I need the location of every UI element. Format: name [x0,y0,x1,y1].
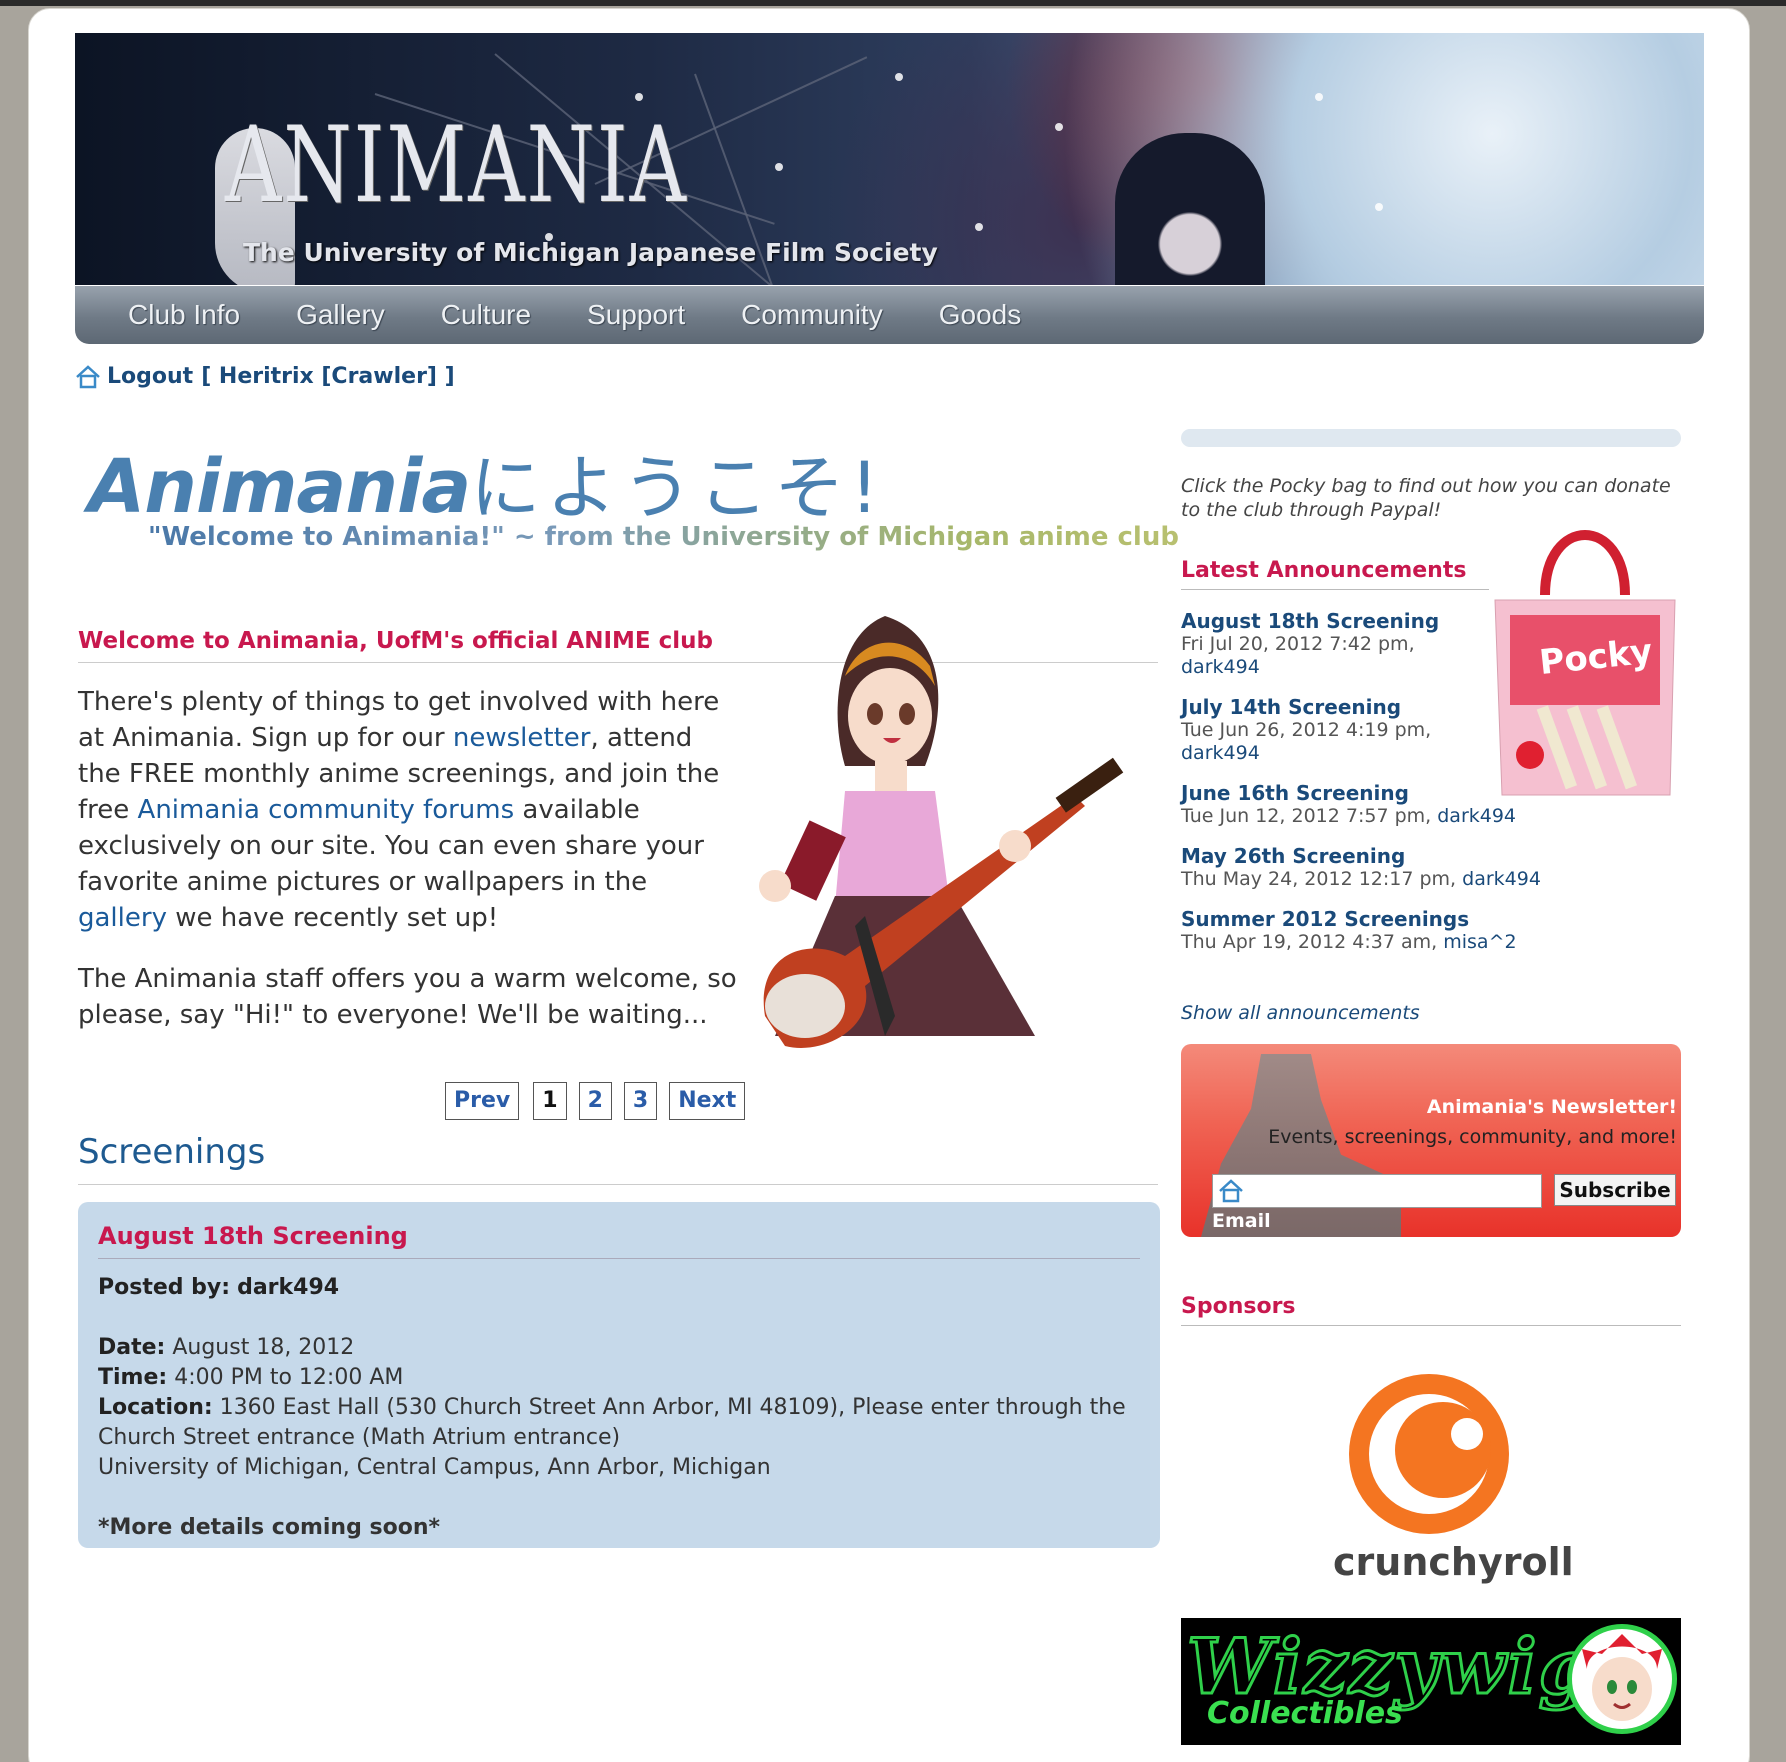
announcement-date: Tue Jun 12, 2012 7:57 pm, [1181,805,1432,827]
date-value: August 18, 2012 [172,1335,355,1360]
post-author: dark494 [237,1275,340,1300]
snow-dot [635,93,643,101]
sponsors-heading: Sponsors [1181,1294,1681,1326]
wizzywig-mascot [1567,1624,1677,1734]
announcement-user[interactable]: dark494 [1181,656,1260,678]
announcement-item: May 26th Screening Thu May 24, 2012 12:1… [1181,844,1541,891]
next-page-button[interactable]: Next [669,1082,746,1120]
snow-dot [1375,203,1383,211]
browser-top-strip [0,0,1786,6]
logout-link[interactable]: Logout [107,364,193,389]
screenings-heading: Screenings [78,1132,1158,1185]
date-label: Date: [98,1335,166,1360]
newsletter-box: Animania's Newsletter! Events, screening… [1181,1044,1681,1237]
intro-paragraph-1: There's plenty of things to get involved… [78,684,738,936]
posted-by-line: Posted by: dark494 [98,1273,1140,1303]
announcement-meta: Fri Jul 20, 2012 7:42 pm, dark494 [1181,633,1541,679]
intro-text: we have recently set up! [166,903,499,933]
announcement-item: July 14th Screening Tue Jun 26, 2012 4:1… [1181,695,1541,765]
announcement-title[interactable]: July 14th Screening [1181,695,1541,719]
snow-dot [895,73,903,81]
time-label: Time: [98,1365,168,1390]
pagination: Prev 1 2 3 Next [445,1082,746,1120]
forums-link[interactable]: Animania community forums [138,795,515,825]
main-nav: Club Info Gallery Culture Support Commun… [75,286,1704,344]
newsletter-tagline: Events, screenings, community, and more! [1268,1126,1677,1148]
wizzywig-sponsor-banner[interactable]: Wizzywig Collectibles [1181,1618,1681,1745]
announcement-date: Fri Jul 20, 2012 7:42 pm, [1181,633,1415,655]
announcement-item: Summer 2012 Screenings Thu Apr 19, 2012 … [1181,907,1541,954]
intro-paragraph-2: The Animania staff offers you a warm wel… [78,964,737,1030]
announcement-user[interactable]: dark494 [1437,805,1516,827]
time-value: 4:00 PM to 12:00 AM [174,1365,404,1390]
snow-dot [1055,123,1063,131]
more-details-note: *More details coming soon* [98,1515,440,1540]
home-icon[interactable] [75,364,101,389]
announcement-meta: Tue Jun 26, 2012 4:19 pm, dark494 [1181,719,1541,765]
screening-post: August 18th Screening Posted by: dark494… [78,1202,1160,1548]
nav-item-club-info[interactable]: Club Info [128,299,240,331]
wizzywig-subtitle: Collectibles [1207,1696,1403,1731]
newsletter-link[interactable]: newsletter [453,723,591,753]
banner-girl-illustration [1115,133,1265,285]
nav-item-culture[interactable]: Culture [441,299,531,331]
location-label: Location: [98,1395,213,1420]
time-line: Time: 4:00 PM to 12:00 AM [98,1363,1140,1393]
nav-item-gallery[interactable]: Gallery [296,299,385,331]
announcement-date: Thu May 24, 2012 12:17 pm, [1181,868,1457,890]
nav-item-community[interactable]: Community [741,299,883,331]
welcome-title-latin: Animania [88,444,471,530]
location-line-2: University of Michigan, Central Campus, … [98,1455,771,1480]
gallery-link[interactable]: gallery [78,903,167,933]
newsletter-title: Animania's Newsletter! [1426,1096,1677,1118]
newsletter-email-input[interactable] [1212,1174,1542,1208]
header-banner[interactable]: ANIMANIA The University of Michigan Japa… [75,33,1704,285]
announcements-heading: Latest Announcements [1181,558,1489,590]
prev-page-button[interactable]: Prev [445,1082,520,1120]
announcement-date: Tue Jun 26, 2012 4:19 pm, [1181,719,1432,741]
guitar-girl-illustration [759,616,1124,1048]
logged-in-user[interactable]: [ Heritrix [Crawler] ] [201,364,455,389]
sidebar-top-bar [1181,429,1681,447]
snow-dot [1315,93,1323,101]
newsletter-email-label: Email [1212,1210,1271,1232]
announcement-title[interactable]: August 18th Screening [1181,609,1541,633]
subscribe-button[interactable]: Subscribe [1554,1174,1676,1206]
banner-subtitle: The University of Michigan Japanese Film… [243,238,938,267]
announcement-user[interactable]: misa^2 [1443,931,1516,953]
announcement-title[interactable]: May 26th Screening [1181,844,1541,868]
announcement-user[interactable]: dark494 [1462,868,1541,890]
announcement-item: June 16th Screening Tue Jun 12, 2012 7:5… [1181,781,1541,828]
home-icon [1219,1179,1243,1203]
snow-dot [775,163,783,171]
login-bar: Logout [ Heritrix [Crawler] ] [75,364,455,389]
screening-post-title[interactable]: August 18th Screening [98,1222,1140,1259]
show-all-announcements-link[interactable]: Show all announcements [1181,1002,1420,1024]
location-value: 1360 East Hall (530 Church Street Ann Ar… [98,1395,1126,1450]
site-logo: ANIMANIA [225,105,688,227]
page-button-2[interactable]: 2 [578,1082,612,1120]
announcement-date: Thu Apr 19, 2012 4:37 am, [1181,931,1438,953]
snow-dot [975,223,983,231]
page-button-1[interactable]: 1 [533,1082,567,1120]
page-button-3[interactable]: 3 [623,1082,658,1120]
announcement-meta: Thu May 24, 2012 12:17 pm, dark494 [1181,868,1541,891]
date-line: Date: August 18, 2012 [98,1333,1140,1363]
announcements-list: August 18th Screening Fri Jul 20, 2012 7… [1181,609,1541,970]
nav-item-support[interactable]: Support [587,299,685,331]
crunchyroll-wordmark[interactable]: crunchyroll [1333,1540,1574,1584]
announcement-meta: Tue Jun 12, 2012 7:57 pm, dark494 [1181,805,1541,828]
welcome-subtitle: "Welcome to Animania!" ~ from the Univer… [148,522,1179,552]
announcement-user[interactable]: dark494 [1181,742,1260,764]
welcome-title-jp: にようこそ! [470,447,885,529]
announcement-meta: Thu Apr 19, 2012 4:37 am, misa^2 [1181,931,1541,954]
announcement-title[interactable]: June 16th Screening [1181,781,1541,805]
announcement-item: August 18th Screening Fri Jul 20, 2012 7… [1181,609,1541,679]
welcome-heading-image: Animaniaにようこそ! [88,432,884,533]
crunchyroll-logo-icon[interactable] [1347,1372,1512,1537]
posted-by-label: Posted by: [98,1275,231,1300]
announcement-title[interactable]: Summer 2012 Screenings [1181,907,1541,931]
location-line: Location: 1360 East Hall (530 Church Str… [98,1393,1140,1453]
nav-item-goods[interactable]: Goods [939,299,1022,331]
